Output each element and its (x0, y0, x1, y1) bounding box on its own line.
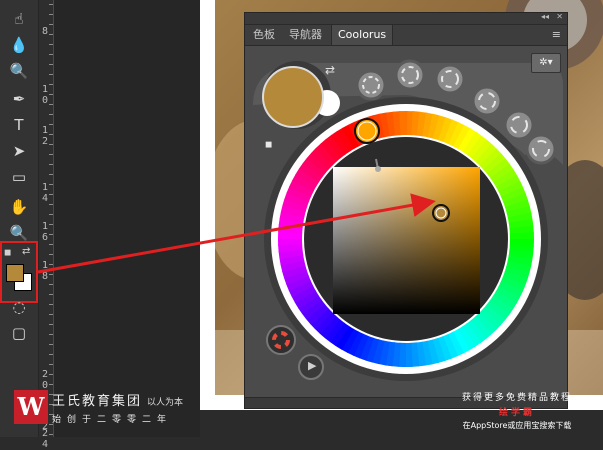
brand-subtitle: 始创于二零零二年 (52, 415, 173, 425)
brand-logo: W (14, 390, 48, 424)
brand-title: 王氏教育集团 (52, 394, 143, 409)
promo-app-name: 绘学霸 (498, 408, 535, 418)
promo-line-3: 在AppStore或应用宝搜索下载 (462, 421, 572, 430)
promo-line-1: 获得更多免费精品教程 (461, 393, 572, 403)
brand-motto: 以人为本 (147, 398, 184, 408)
promo-watermark: 获得更多免费精品教程 绘学霸 在AppStore或应用宝搜索下载 (437, 390, 597, 431)
callout-arrow (37, 193, 436, 274)
